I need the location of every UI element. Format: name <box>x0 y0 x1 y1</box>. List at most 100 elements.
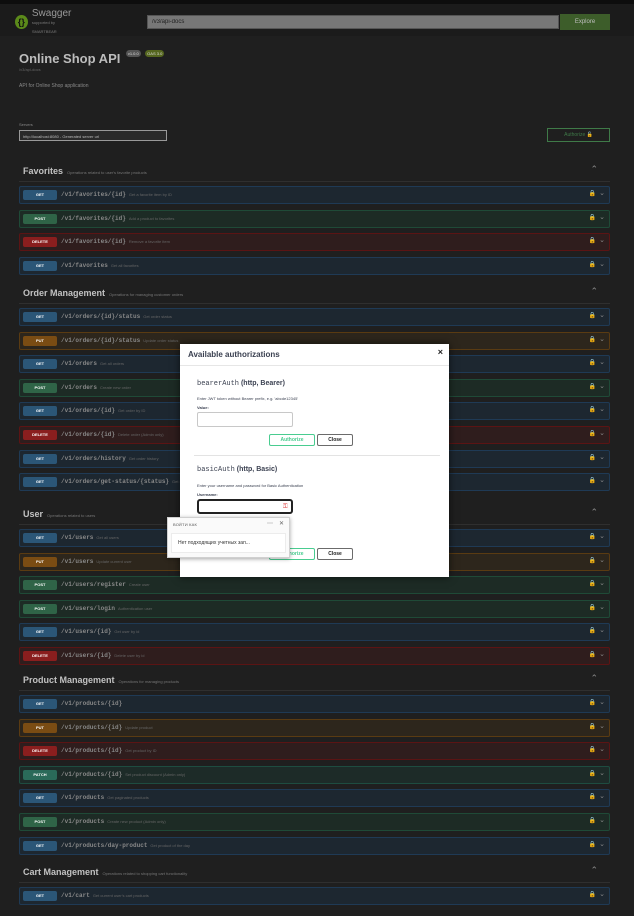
chevron-up-icon[interactable]: ⌃ <box>590 865 598 876</box>
operation-row[interactable]: DELETE/v1/favorites/{id} Remove a favorit… <box>19 233 610 252</box>
chevron-down-icon[interactable]: ⌄ <box>599 429 605 437</box>
lock-icon[interactable]: 🔒 <box>589 406 596 413</box>
lock-icon[interactable]: 🔒 <box>589 793 596 800</box>
servers-select[interactable]: http://localhost:8080 - Generated server… <box>19 130 167 141</box>
lock-icon[interactable]: 🔒 <box>589 261 596 268</box>
chevron-down-icon[interactable]: ⌄ <box>599 335 605 343</box>
operation-row[interactable]: PUT/v1/products/{id} Update product 🔒 ⌄ <box>19 718 610 737</box>
operation-row[interactable]: GET/v1/favorites Get all favorites 🔒 ⌄ <box>19 256 610 275</box>
lock-icon[interactable]: 🔒 <box>589 627 596 634</box>
chevron-down-icon[interactable]: ⌄ <box>599 476 605 484</box>
lock-icon[interactable]: 🔒 <box>589 237 596 244</box>
lock-icon[interactable]: 🔒 <box>589 477 596 484</box>
lock-icon[interactable]: 🔒 <box>589 214 596 221</box>
chevron-down-icon[interactable]: ⌄ <box>599 603 605 611</box>
chevron-down-icon[interactable]: ⌄ <box>599 358 605 366</box>
operation-path: /v1/favorites Get all favorites <box>61 262 139 269</box>
tag-description: Operations for managing customer orders <box>109 292 184 297</box>
chevron-up-icon[interactable]: ⌃ <box>590 507 598 518</box>
chevron-down-icon[interactable]: ⌄ <box>599 698 605 706</box>
chevron-up-icon[interactable]: ⌃ <box>590 164 598 175</box>
swagger-logo[interactable]: {} Swagger supported by SMARTBEAR <box>15 8 77 34</box>
lock-icon[interactable]: 🔒 <box>589 383 596 390</box>
chevron-down-icon[interactable]: ⌄ <box>599 792 605 800</box>
lock-icon[interactable]: 🔒 <box>589 580 596 587</box>
divider <box>19 303 610 304</box>
operation-row[interactable]: GET/v1/favorites/{id} Get a favorite item… <box>19 186 610 204</box>
close-icon[interactable]: ✕ <box>279 520 284 527</box>
chevron-down-icon[interactable]: ⌄ <box>599 556 605 564</box>
chevron-down-icon[interactable]: ⌄ <box>599 213 605 221</box>
chevron-down-icon[interactable]: ⌄ <box>599 816 605 824</box>
lock-icon[interactable]: 🔒 <box>589 723 596 730</box>
lock-icon[interactable]: 🔒 <box>589 312 596 319</box>
lock-icon[interactable]: 🔒 <box>589 336 596 343</box>
lock-icon[interactable]: 🔒 <box>589 817 596 824</box>
lock-icon[interactable]: 🔒 <box>589 454 596 461</box>
tag-description: Operations related to user's favorite pr… <box>67 170 147 175</box>
chevron-down-icon[interactable]: ⌄ <box>599 722 605 730</box>
chevron-down-icon[interactable]: ⌄ <box>599 769 605 777</box>
bearer-close-button[interactable]: Close <box>317 434 353 446</box>
lock-icon[interactable]: 🔒 <box>589 359 596 366</box>
lock-icon[interactable]: 🔒 <box>589 430 596 437</box>
lock-icon[interactable]: 🔒 <box>589 770 596 777</box>
chevron-down-icon[interactable]: ⌄ <box>599 260 605 268</box>
lock-icon[interactable]: 🔒 <box>589 651 596 658</box>
lock-icon[interactable]: 🔒 <box>589 604 596 611</box>
chevron-down-icon[interactable]: ⌄ <box>599 650 605 658</box>
chevron-down-icon[interactable]: ⌄ <box>599 453 605 461</box>
chevron-down-icon[interactable]: ⌄ <box>599 579 605 587</box>
swagger-logo-icon: {} <box>15 15 28 29</box>
path-text: /v1/users/register <box>61 581 126 589</box>
operation-row[interactable]: DELETE/v1/users/{id} Delete user by id 🔒 ⌄ <box>19 647 610 665</box>
chevron-down-icon[interactable]: ⌄ <box>599 405 605 413</box>
chevron-down-icon[interactable]: ⌄ <box>599 189 605 197</box>
tag-section[interactable]: Product Management Operations for managin… <box>19 671 610 691</box>
basic-close-button[interactable]: Close <box>317 548 353 560</box>
operation-row[interactable]: GET/v1/products/day-product Get product o… <box>19 836 610 855</box>
bearer-authorize-button[interactable]: Authorize <box>269 434 315 446</box>
operation-row[interactable]: POST/v1/users/register Create user 🔒 ⌄ <box>19 576 610 595</box>
lock-icon[interactable]: 🔒 <box>589 557 596 564</box>
operation-row[interactable]: GET/v1/cart Get current user's cart produ… <box>19 887 610 905</box>
autofill-no-accounts-item[interactable]: Нет подходящих учетных зап... <box>171 533 286 553</box>
operation-row[interactable]: GET/v1/products/{id} 🔒 ⌄ <box>19 695 610 713</box>
operation-row[interactable]: PATCH/v1/products/{id} Set product discou… <box>19 765 610 784</box>
tag-section[interactable]: Favorites Operations related to user's fa… <box>19 162 610 182</box>
lock-icon[interactable]: 🔒 <box>589 533 596 540</box>
lock-icon[interactable]: 🔒 <box>589 699 596 706</box>
tag-section[interactable]: Cart Management Operations related to sho… <box>19 863 610 883</box>
explore-button[interactable]: Explore <box>560 14 610 30</box>
chevron-down-icon[interactable]: ⌄ <box>599 532 605 540</box>
operation-row[interactable]: POST/v1/products Create new product (Admi… <box>19 813 610 831</box>
close-icon[interactable]: × <box>438 347 443 357</box>
chevron-down-icon[interactable]: ⌄ <box>599 311 605 319</box>
tag-section[interactable]: Order Management Operations for managing … <box>19 284 610 304</box>
lock-icon[interactable]: 🔒 <box>589 746 596 753</box>
operation-row[interactable]: POST/v1/users/login Authentication user 🔒 ⌄ <box>19 599 610 618</box>
chevron-down-icon[interactable]: ⌄ <box>599 236 605 244</box>
authorize-button[interactable]: Authorize 🔓 <box>547 128 610 142</box>
spec-url-input[interactable] <box>147 15 559 29</box>
operation-row[interactable]: DELETE/v1/products/{id} Get product by ID… <box>19 742 610 761</box>
lock-icon[interactable]: 🔒 <box>589 891 596 898</box>
chevron-up-icon[interactable]: ⌃ <box>590 673 598 684</box>
api-docs-link[interactable]: /v3/api-docs <box>19 67 41 72</box>
password-manager-key-icon[interactable]: ⚿ <box>283 504 288 511</box>
operation-row[interactable]: POST/v1/favorites/{id} Add a product to f… <box>19 209 610 228</box>
operation-row[interactable]: GET/v1/orders/{id}/status Get order statu… <box>19 308 610 326</box>
chevron-down-icon[interactable]: ⌄ <box>599 890 605 898</box>
chevron-down-icon[interactable]: ⌄ <box>599 745 605 753</box>
chevron-down-icon[interactable]: ⌄ <box>599 382 605 390</box>
bearer-value-input[interactable] <box>197 412 293 427</box>
chevron-up-icon[interactable]: ⌃ <box>590 286 598 297</box>
more-icon[interactable]: ⋯ <box>267 520 273 527</box>
operation-row[interactable]: GET/v1/products Get paginated products 🔒 ⌄ <box>19 789 610 808</box>
chevron-down-icon[interactable]: ⌄ <box>599 626 605 634</box>
lock-icon[interactable]: 🔒 <box>589 841 596 848</box>
operation-row[interactable]: GET/v1/users/{id} Get user by id 🔒 ⌄ <box>19 623 610 642</box>
username-input[interactable] <box>197 499 293 514</box>
lock-icon[interactable]: 🔒 <box>589 190 596 197</box>
chevron-down-icon[interactable]: ⌄ <box>599 840 605 848</box>
